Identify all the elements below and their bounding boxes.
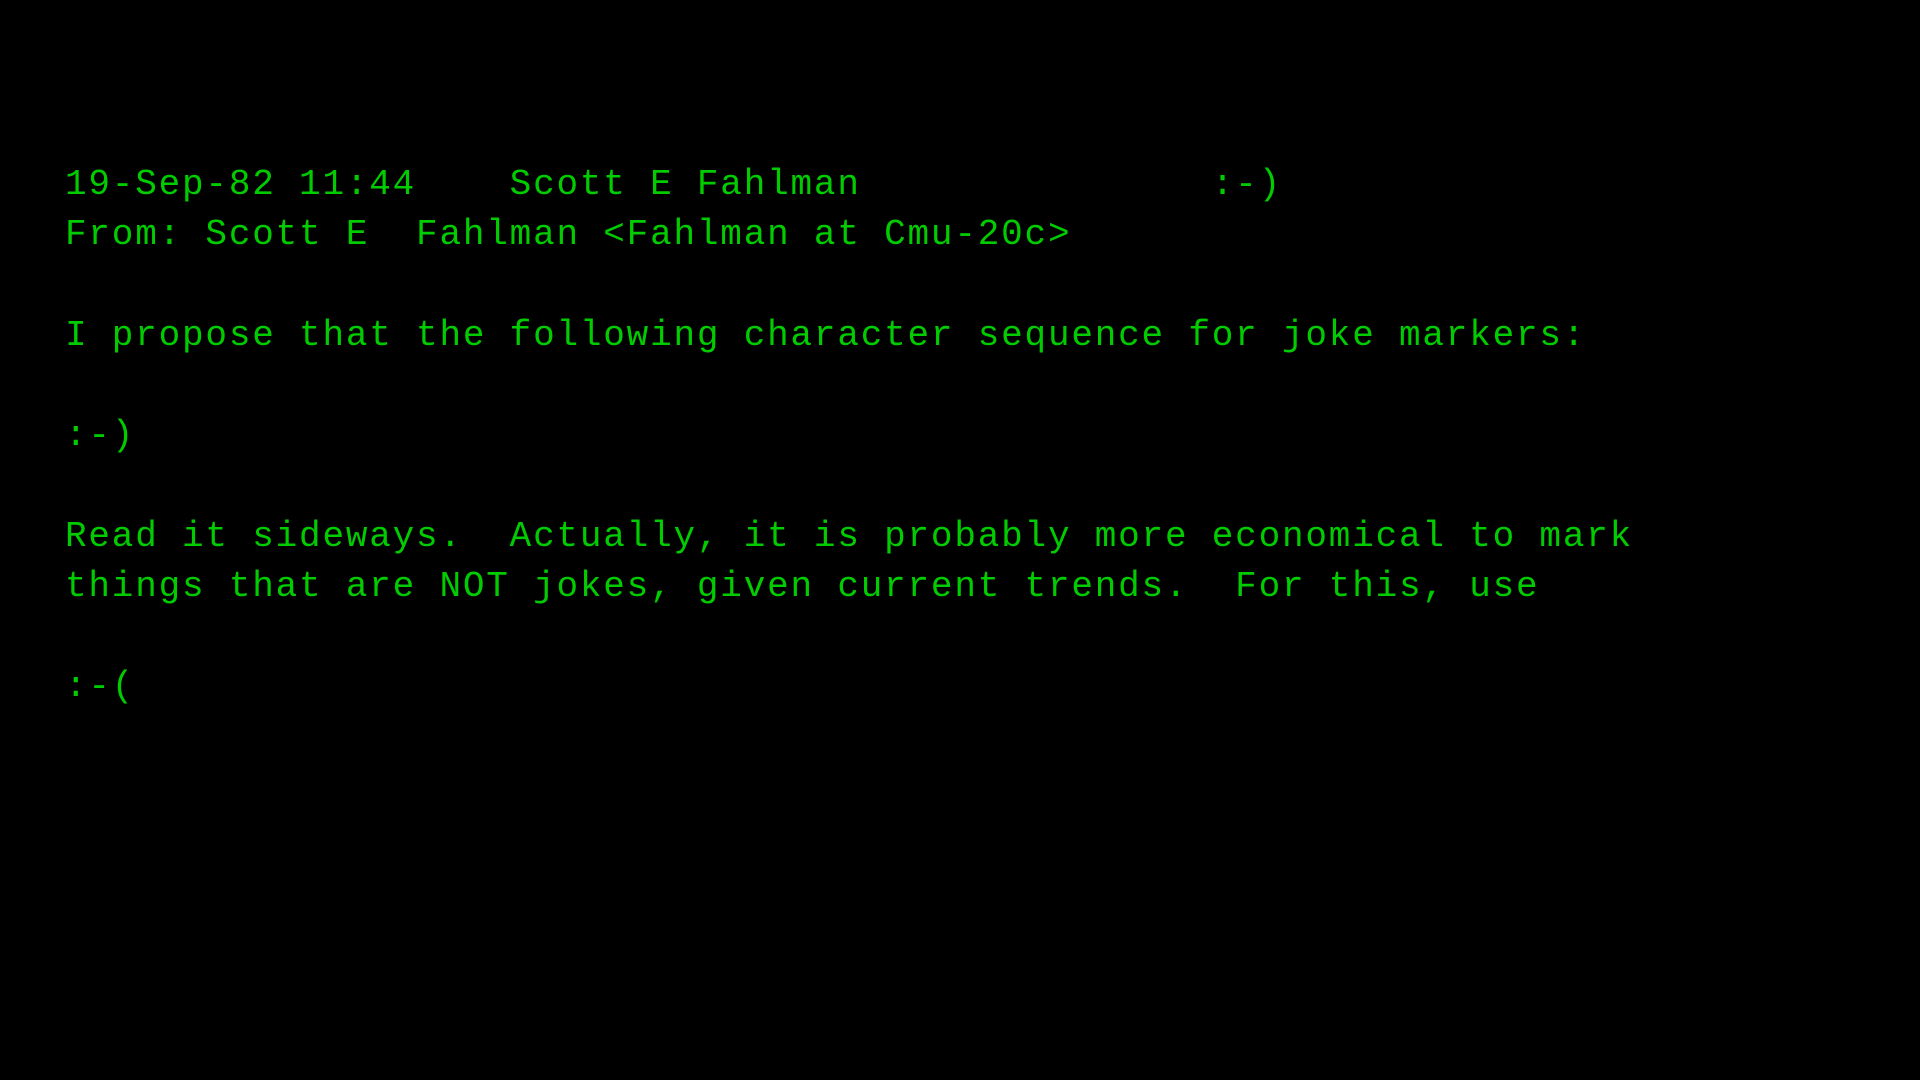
header-line-2: From: Scott E Fahlman <Fahlman at Cmu-20… [65, 210, 1855, 260]
terminal-display: 19-Sep-82 11:44 Scott E Fahlman :-) From… [0, 0, 1920, 713]
spacer-3 [65, 462, 1855, 512]
body-line-1: I propose that the following character s… [65, 311, 1855, 361]
spacer-4 [65, 612, 1855, 662]
spacer-2 [65, 361, 1855, 411]
spacer-1 [65, 261, 1855, 311]
emoticon-happy: :-) [65, 411, 1855, 461]
emoticon-sad: :-( [65, 662, 1855, 712]
body-line-2: Read it sideways. Actually, it is probab… [65, 512, 1855, 562]
body-line-3: things that are NOT jokes, given current… [65, 562, 1855, 612]
header-line-1: 19-Sep-82 11:44 Scott E Fahlman :-) [65, 160, 1855, 210]
